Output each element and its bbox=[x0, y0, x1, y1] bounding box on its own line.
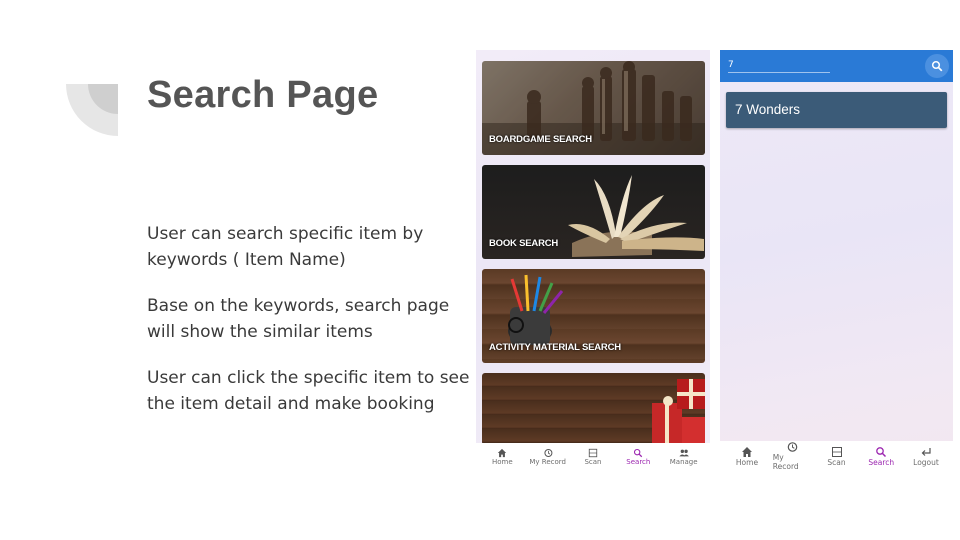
search-result-item[interactable]: 7 Wonders bbox=[726, 92, 947, 128]
home-icon bbox=[498, 448, 507, 458]
scan-icon bbox=[831, 446, 842, 457]
activity-material-search-card[interactable]: ACTIVITY MATERIAL SEARCH bbox=[482, 269, 705, 363]
nav-search[interactable]: Search bbox=[619, 448, 657, 466]
nav-home[interactable]: Home bbox=[728, 446, 766, 467]
nav-search[interactable]: Search bbox=[862, 446, 900, 467]
nav-label: Home bbox=[735, 457, 759, 467]
logout-icon bbox=[921, 447, 931, 456]
home-icon bbox=[742, 446, 752, 457]
card-label: ACTIVITY MATERIAL SEARCH bbox=[489, 342, 621, 353]
scan-icon bbox=[588, 448, 598, 458]
search-menu-screenshot: BOARDGAME SEARCH BOOK SEARCH ACTIVITY MA… bbox=[476, 50, 710, 471]
card-label: BOOK SEARCH bbox=[489, 238, 559, 249]
nav-label: My Record bbox=[529, 458, 566, 466]
nav-label: Search bbox=[868, 457, 895, 467]
paragraph: User can search specific item by keyword… bbox=[147, 224, 424, 270]
nav-label: Manage bbox=[669, 458, 698, 466]
history-icon bbox=[787, 442, 798, 452]
nav-my-record[interactable]: My Record bbox=[529, 448, 567, 466]
boardgame-search-card[interactable]: BOARDGAME SEARCH bbox=[482, 61, 705, 155]
decorative-arc bbox=[66, 84, 118, 136]
slide-title: Search Page bbox=[147, 74, 379, 116]
bottom-navigation: Home My Record Scan Search Logout bbox=[720, 441, 953, 471]
search-icon bbox=[876, 446, 887, 457]
nav-label: Home bbox=[491, 458, 513, 466]
nav-label: Logout bbox=[913, 457, 939, 467]
search-icon bbox=[634, 448, 643, 458]
gift-search-card[interactable] bbox=[482, 373, 705, 445]
card-label: BOARDGAME SEARCH bbox=[489, 134, 592, 145]
search-icon bbox=[931, 60, 943, 72]
paragraph: Base on the keywords, search page will s… bbox=[147, 296, 450, 342]
nav-scan[interactable]: Scan bbox=[574, 448, 612, 466]
search-results-screenshot: 7 Wonders Home My Record Scan Search Log… bbox=[720, 50, 953, 471]
nav-label: Search bbox=[626, 458, 651, 466]
paragraph: User can click the specific item to see … bbox=[147, 368, 470, 414]
slide-body: User can search specific item by keyword… bbox=[147, 222, 477, 438]
history-icon bbox=[544, 449, 553, 457]
nav-home[interactable]: Home bbox=[483, 448, 521, 466]
nav-label: My Record bbox=[772, 453, 799, 471]
search-button[interactable] bbox=[925, 54, 949, 78]
people-icon bbox=[679, 449, 689, 457]
nav-my-record[interactable]: My Record bbox=[773, 441, 811, 471]
bottom-navigation: Home My Record Scan Search Manage bbox=[476, 443, 710, 471]
nav-manage[interactable]: Manage bbox=[665, 448, 703, 466]
nav-scan[interactable]: Scan bbox=[818, 446, 856, 467]
search-input[interactable] bbox=[728, 58, 830, 73]
nav-logout[interactable]: Logout bbox=[907, 446, 945, 467]
nav-label: Scan bbox=[827, 457, 846, 467]
nav-label: Scan bbox=[584, 458, 602, 466]
book-search-card[interactable]: BOOK SEARCH bbox=[482, 165, 705, 259]
app-bar bbox=[720, 50, 953, 82]
gift-boxes-image bbox=[652, 379, 705, 445]
